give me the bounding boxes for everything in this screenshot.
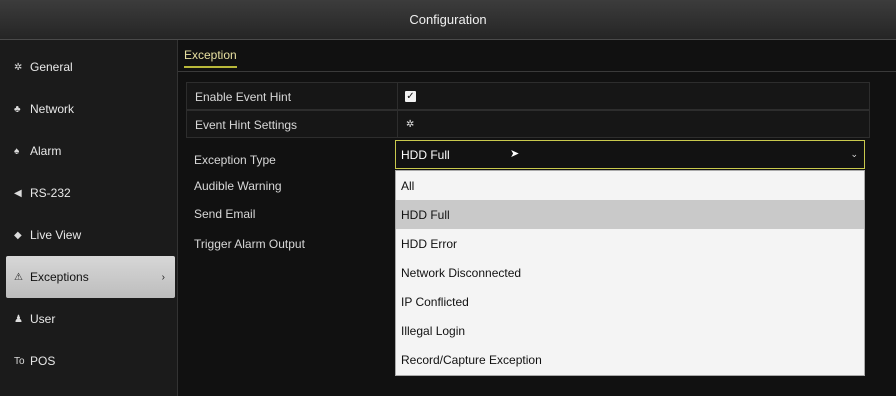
audible-warning-label: Audible Warning [194, 179, 282, 193]
sidebar-item-alarm[interactable]: ♠ Alarm [0, 130, 177, 172]
sidebar-item-exceptions[interactable]: ⚠ Exceptions › [6, 256, 175, 298]
row-enable-event-hint: Enable Event Hint ✓ [186, 82, 870, 110]
main-content: Exception Enable Event Hint ✓ Event Hint… [178, 40, 896, 396]
sidebar-item-rs232[interactable]: ◀ RS-232 [0, 172, 177, 214]
pos-icon: To [14, 355, 25, 367]
trigger-alarm-output-label: Trigger Alarm Output [194, 237, 305, 251]
settings-gear-icon[interactable]: ✲ [406, 119, 414, 130]
chevron-down-icon[interactable]: ⌄ [850, 149, 858, 160]
sidebar-item-live-view[interactable]: ◆ Live View [0, 214, 177, 256]
tab-divider [178, 71, 896, 72]
exception-type-dropdown: All HDD Full HDD Error Network Disconnec… [395, 170, 865, 376]
gear-icon: ✲ [14, 61, 23, 73]
network-icon: ♣ [14, 103, 21, 115]
eye-icon: ◆ [14, 229, 22, 241]
option-illegal-login[interactable]: Illegal Login [396, 316, 864, 345]
chevron-right-icon: › [161, 271, 165, 283]
exception-type-label: Exception Type [194, 153, 276, 167]
sidebar-item-label: Alarm [30, 144, 62, 158]
event-hint-settings-label: Event Hint Settings [195, 118, 298, 132]
sidebar-item-user[interactable]: ♟ User [0, 298, 177, 340]
users-icon: ♟ [14, 313, 23, 325]
row-event-hint-settings: Event Hint Settings ✲ [186, 110, 870, 138]
enable-event-hint-label: Enable Event Hint [195, 90, 292, 104]
sidebar-item-label: Live View [30, 228, 82, 242]
sidebar-item-label: POS [30, 354, 56, 368]
sidebar-item-pos[interactable]: To POS [0, 340, 177, 382]
sidebar-item-label: Exceptions [30, 270, 89, 284]
option-hdd-error[interactable]: HDD Error [396, 229, 864, 258]
sidebar-item-general[interactable]: ✲ General [0, 46, 177, 88]
option-hdd-full[interactable]: HDD Full [396, 200, 864, 229]
exception-type-value: HDD Full [401, 147, 450, 162]
sidebar: ✲ General ♣ Network ♠ Alarm ◀ RS-232 ◆ L… [0, 40, 178, 396]
enable-event-hint-checkbox[interactable]: ✓ [405, 90, 416, 102]
option-record-capture-exception[interactable]: Record/Capture Exception [396, 345, 864, 374]
alarm-icon: ♠ [14, 145, 20, 157]
send-email-label: Send Email [194, 207, 256, 221]
sidebar-item-label: User [30, 312, 56, 326]
sidebar-item-label: RS-232 [30, 186, 71, 200]
tab-exception[interactable]: Exception [184, 48, 237, 68]
option-network-disconnected[interactable]: Network Disconnected [396, 258, 864, 287]
rs232-icon: ◀ [14, 187, 22, 199]
option-all[interactable]: All [396, 171, 864, 200]
sidebar-item-label: Network [30, 102, 75, 116]
title-bar: Configuration [0, 0, 896, 40]
window-title: Configuration [409, 12, 487, 27]
warning-icon: ⚠ [14, 271, 23, 283]
sidebar-item-label: General [30, 60, 73, 74]
option-ip-conflicted[interactable]: IP Conflicted [396, 287, 864, 316]
mouse-cursor-icon: ➤ [510, 148, 520, 160]
sidebar-item-network[interactable]: ♣ Network [0, 88, 177, 130]
exception-type-select[interactable]: HDD Full ➤ ⌄ [395, 140, 865, 169]
